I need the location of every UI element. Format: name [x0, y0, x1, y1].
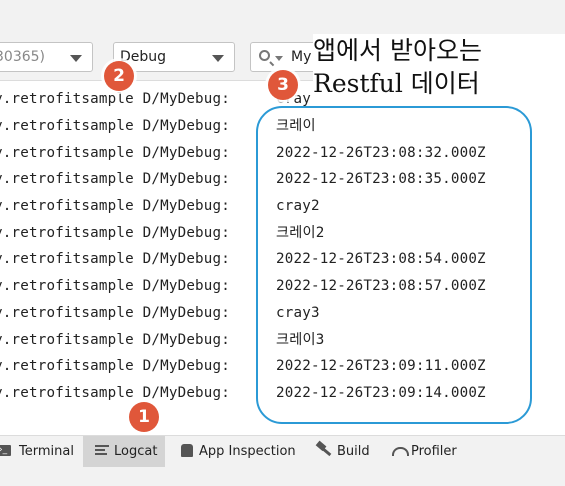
log-tag: y.retrofitsample D/MyDebug:	[0, 225, 231, 241]
process-selector[interactable]: 30365)	[0, 42, 93, 72]
log-tag: y.retrofitsample D/MyDebug:	[0, 171, 231, 187]
tool-tab-label: Profiler	[411, 444, 457, 459]
chevron-down-icon	[70, 55, 82, 62]
app-inspection-icon	[181, 444, 193, 457]
tool-tab-build[interactable]: Build	[310, 436, 380, 467]
log-tag: y.retrofitsample D/MyDebug:	[0, 332, 231, 348]
log-tag: y.retrofitsample D/MyDebug:	[0, 305, 231, 321]
logcat-icon	[95, 445, 109, 455]
annotation-line-1: 앱에서 받아오는	[313, 36, 482, 65]
tool-tab-logcat[interactable]: Logcat	[83, 436, 165, 467]
chevron-down-icon	[212, 55, 224, 62]
tool-tab-terminal[interactable]: Terminal	[0, 435, 80, 467]
search-input-value: My	[291, 49, 312, 65]
log-tag: y.retrofitsample D/MyDebug:	[0, 358, 231, 374]
tool-tab-label: Terminal	[19, 444, 74, 459]
annotation-caption: 앱에서 받아오는 Restful 데이터	[313, 34, 565, 100]
annotation-line-2: Restful 데이터	[313, 69, 480, 98]
terminal-icon	[0, 435, 11, 466]
tool-tab-label: Logcat	[114, 444, 158, 459]
log-tag: y.retrofitsample D/MyDebug:	[0, 278, 231, 294]
tool-tab-app-inspection[interactable]: App Inspection	[172, 436, 302, 467]
profiler-gauge-icon	[392, 447, 409, 456]
log-tag: y.retrofitsample D/MyDebug:	[0, 145, 231, 161]
step-badge-2: 2	[104, 61, 134, 91]
status-bar	[0, 467, 565, 486]
step-badge-3: 3	[268, 70, 298, 100]
log-tag: y.retrofitsample D/MyDebug:	[0, 385, 231, 401]
log-tag: y.retrofitsample D/MyDebug:	[0, 251, 231, 267]
tool-tab-label: Build	[337, 444, 370, 459]
response-data-highlight	[256, 106, 532, 424]
tool-tab-profiler[interactable]: Profiler	[386, 436, 466, 467]
process-selector-value: 30365)	[0, 49, 45, 65]
hammer-icon	[318, 444, 332, 457]
search-history-caret-icon[interactable]	[275, 56, 283, 61]
tool-tab-label: App Inspection	[199, 444, 296, 459]
log-tag: y.retrofitsample D/MyDebug:	[0, 198, 231, 214]
step-badge-1: 1	[129, 402, 159, 432]
log-tag: y.retrofitsample D/MyDebug:	[0, 118, 231, 134]
search-icon[interactable]	[259, 50, 270, 61]
tool-window-bar: Terminal Logcat App Inspection Build Pro…	[0, 435, 565, 467]
